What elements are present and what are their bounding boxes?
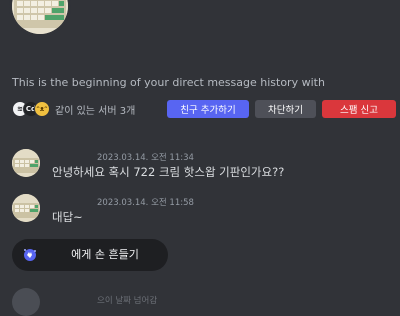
message-timestamp: 2023.03.14. 오전 11:58 <box>97 198 194 208</box>
message-timestamp: 2023.03.14. 오전 11:34 <box>97 153 194 163</box>
profile-avatar[interactable] <box>12 0 68 34</box>
message-avatar[interactable] <box>12 149 40 177</box>
wave-sticker-icon <box>22 247 38 263</box>
message-text: 대답~ <box>52 210 83 224</box>
mutual-servers-row[interactable]: ≋ Cd ᵔᴥᵔ 같이 있는 서버 3개 <box>12 100 135 118</box>
mutual-servers-label[interactable]: 같이 있는 서버 3개 <box>55 102 135 117</box>
message-text: 안녕하세요 혹시 722 크림 핫스왑 기판인가요?? <box>52 165 285 179</box>
message-avatar[interactable] <box>12 194 40 222</box>
wave-label: 에게 손 흔들기 <box>71 248 139 261</box>
add-friend-button[interactable]: 친구 추가하기 <box>167 100 249 118</box>
report-spam-button[interactable]: 스팸 신고 <box>322 100 396 118</box>
message-timestamp: 으이 날짜 넘어감 <box>97 296 158 306</box>
dm-intro-text: This is the beginning of your direct mes… <box>12 76 325 89</box>
message-avatar[interactable] <box>12 288 40 316</box>
wave-button[interactable]: 에게 손 흔들기 <box>12 239 168 271</box>
server-icon[interactable]: ᵔᴥᵔ <box>34 101 50 117</box>
block-button[interactable]: 차단하기 <box>255 100 316 118</box>
